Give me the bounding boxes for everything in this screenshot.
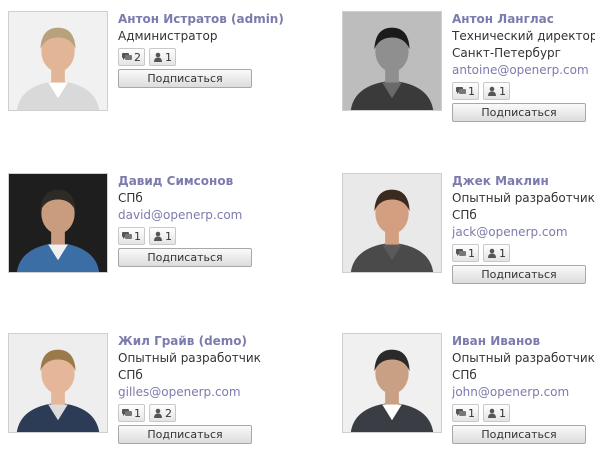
messages-icon bbox=[456, 248, 466, 258]
messages-icon bbox=[456, 408, 466, 418]
person-info: Антон Истратов (admin) Администратор 2 1 Под… bbox=[118, 11, 284, 88]
person-detail: СПб bbox=[452, 368, 477, 382]
follow-button[interactable]: Подписаться bbox=[452, 265, 586, 284]
person-info: Жил Грайв (demo) Опытный разработчик СПб gi… bbox=[118, 333, 268, 444]
followers-badge[interactable]: 1 bbox=[483, 82, 510, 100]
person-email[interactable]: jack@openerp.com bbox=[452, 224, 595, 241]
messages-badge[interactable]: 1 bbox=[452, 244, 479, 262]
messages-badge[interactable]: 2 bbox=[118, 48, 145, 66]
stats: 21 bbox=[118, 48, 268, 66]
followers-count: 1 bbox=[499, 84, 506, 98]
avatar[interactable] bbox=[8, 11, 108, 111]
follower-icon bbox=[487, 248, 497, 258]
person-card: Иван Иванов Опытный разработчик СПб john@op… bbox=[342, 333, 595, 473]
person-card: Давид Симсонов СПб david@openerp.com 1 1 Подп… bbox=[8, 173, 268, 313]
person-detail: СПб bbox=[118, 368, 143, 382]
followers-badge[interactable]: 2 bbox=[149, 404, 176, 422]
messages-badge[interactable]: 1 bbox=[452, 82, 479, 100]
person-info: Антон Ланглас Технический директор Санкт-П… bbox=[452, 11, 595, 122]
person-detail: СПб bbox=[118, 191, 143, 205]
follower-icon bbox=[487, 86, 497, 96]
messages-count: 2 bbox=[134, 50, 141, 64]
stats: 11 bbox=[452, 82, 595, 100]
person-card: Антон Ланглас Технический директор Санкт-П… bbox=[342, 11, 595, 151]
messages-count: 1 bbox=[468, 406, 475, 420]
follow-button[interactable]: Подписаться bbox=[118, 69, 252, 88]
messages-badge[interactable]: 1 bbox=[118, 404, 145, 422]
follower-icon bbox=[153, 231, 163, 241]
followers-badge[interactable]: 1 bbox=[483, 244, 510, 262]
messages-badge[interactable]: 1 bbox=[118, 227, 145, 245]
person-card: Джек Маклин Опытный разработчик СПб jack@op… bbox=[342, 173, 595, 313]
follow-button[interactable]: Подписаться bbox=[118, 425, 252, 444]
person-name[interactable]: Антон Истратов (admin) bbox=[118, 11, 284, 28]
person-detail: Опытный разработчик bbox=[452, 351, 595, 365]
avatar-photo-icon bbox=[9, 174, 107, 272]
person-email[interactable]: david@openerp.com bbox=[118, 207, 268, 224]
avatar-photo-icon bbox=[343, 174, 441, 272]
stats: 11 bbox=[118, 227, 268, 245]
followers-count: 1 bbox=[499, 406, 506, 420]
person-detail: Опытный разработчик bbox=[452, 191, 595, 205]
person-name[interactable]: Давид Симсонов bbox=[118, 173, 268, 190]
person-name[interactable]: Жил Грайв (demo) bbox=[118, 333, 268, 350]
person-detail: Технический директор bbox=[452, 29, 595, 43]
messages-count: 1 bbox=[134, 229, 141, 243]
followers-count: 1 bbox=[165, 229, 172, 243]
person-email[interactable]: john@openerp.com bbox=[452, 384, 595, 401]
person-detail: Администратор bbox=[118, 29, 218, 43]
person-info: Иван Иванов Опытный разработчик СПб john@op… bbox=[452, 333, 595, 444]
person-name[interactable]: Джек Маклин bbox=[452, 173, 595, 190]
follower-icon bbox=[487, 408, 497, 418]
avatar-photo-icon bbox=[343, 12, 441, 110]
followers-badge[interactable]: 1 bbox=[149, 48, 176, 66]
avatar[interactable] bbox=[342, 11, 442, 111]
messages-icon bbox=[456, 86, 466, 96]
person-detail: СПб bbox=[452, 208, 477, 222]
followers-badge[interactable]: 1 bbox=[149, 227, 176, 245]
person-card: Антон Истратов (admin) Администратор 2 1 Под… bbox=[8, 11, 284, 151]
avatar[interactable] bbox=[8, 173, 108, 273]
stats: 12 bbox=[118, 404, 268, 422]
follow-button[interactable]: Подписаться bbox=[118, 248, 252, 267]
follow-button[interactable]: Подписаться bbox=[452, 425, 586, 444]
person-email[interactable]: gilles@openerp.com bbox=[118, 384, 268, 401]
follower-icon bbox=[153, 52, 163, 62]
avatar-photo-icon bbox=[343, 334, 441, 432]
messages-badge[interactable]: 1 bbox=[452, 404, 479, 422]
avatar[interactable] bbox=[342, 173, 442, 273]
person-name[interactable]: Иван Иванов bbox=[452, 333, 595, 350]
follow-button[interactable]: Подписаться bbox=[452, 103, 586, 122]
followers-badge[interactable]: 1 bbox=[483, 404, 510, 422]
person-email[interactable]: antoine@openerp.com bbox=[452, 62, 595, 79]
person-name[interactable]: Антон Ланглас bbox=[452, 11, 595, 28]
followers-count: 1 bbox=[499, 246, 506, 260]
follower-icon bbox=[153, 408, 163, 418]
person-info: Джек Маклин Опытный разработчик СПб jack@op… bbox=[452, 173, 595, 284]
followers-count: 2 bbox=[165, 406, 172, 420]
messages-count: 1 bbox=[468, 84, 475, 98]
followers-count: 1 bbox=[165, 50, 172, 64]
avatar[interactable] bbox=[342, 333, 442, 433]
avatar[interactable] bbox=[8, 333, 108, 433]
messages-icon bbox=[122, 231, 132, 241]
stats: 11 bbox=[452, 404, 595, 422]
avatar-photo-icon bbox=[9, 334, 107, 432]
avatar-photo-icon bbox=[9, 12, 107, 110]
person-detail: Опытный разработчик bbox=[118, 351, 261, 365]
person-card: Жил Грайв (demo) Опытный разработчик СПб gi… bbox=[8, 333, 268, 473]
messages-icon bbox=[122, 408, 132, 418]
person-detail: Санкт-Петербург bbox=[452, 46, 561, 60]
stats: 11 bbox=[452, 244, 595, 262]
messages-count: 1 bbox=[134, 406, 141, 420]
messages-icon bbox=[122, 52, 132, 62]
person-info: Давид Симсонов СПб david@openerp.com 1 1 Подп… bbox=[118, 173, 268, 267]
messages-count: 1 bbox=[468, 246, 475, 260]
